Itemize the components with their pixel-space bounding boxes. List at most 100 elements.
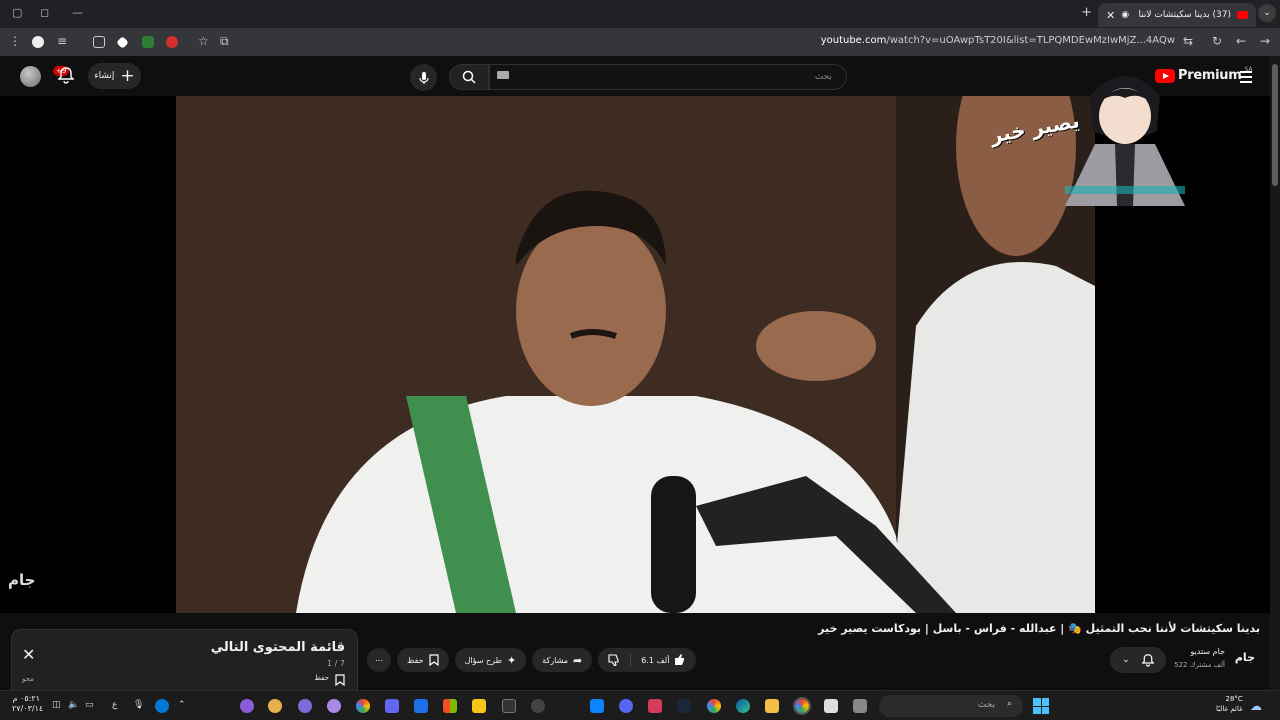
- video-scene: [176, 96, 1095, 613]
- steam-icon[interactable]: [677, 699, 691, 713]
- search-input[interactable]: بحث: [489, 64, 847, 90]
- volume-icon[interactable]: 🔈: [68, 700, 79, 710]
- taskbar-search-input[interactable]: بحث: [879, 695, 1023, 717]
- share-button[interactable]: مشاركة ➦: [532, 648, 593, 672]
- search-button[interactable]: [449, 64, 489, 90]
- channel-avatar[interactable]: جام: [1235, 651, 1255, 664]
- tray-overflow-icon[interactable]: ⌃: [178, 700, 186, 710]
- subscription-bell-button[interactable]: ⌄: [1110, 647, 1166, 673]
- channel-row: ⌄ جام ستديو 522 ألف مشترك جام: [1110, 647, 1270, 673]
- windows-start-icon[interactable]: [1033, 698, 1049, 714]
- video-player[interactable]: يصير خير جام: [0, 76, 1270, 613]
- video-frame[interactable]: [176, 96, 1095, 613]
- queue-count: 1 / 7: [327, 659, 345, 668]
- discord-icon[interactable]: [619, 699, 633, 713]
- clock-date: ٢٧/٠٣/١٤: [12, 704, 44, 713]
- thumbs-up-icon: [675, 654, 685, 665]
- queue-save-button[interactable]: حفظ: [314, 674, 345, 686]
- system-clock[interactable]: ٠٥:٢١ م ٢٧/٠٣/١٤: [12, 694, 44, 714]
- avatar[interactable]: [20, 66, 41, 87]
- weather-temperature: 28°C: [1225, 695, 1243, 703]
- microsoft-store-icon[interactable]: [443, 699, 457, 713]
- browser-tab[interactable]: (37) بدينا سكيتشات لأننا نحب... ◉ ✕: [1098, 3, 1256, 27]
- video-title: بدينا سكيتشات لأننا نحب التمثيل 🎭 | عبدا…: [818, 622, 1260, 635]
- app-icon-7[interactable]: [414, 699, 428, 713]
- chrome-icon[interactable]: [707, 699, 721, 713]
- video-watermark: جام: [8, 571, 36, 589]
- browser-titlebar: ▢ ◻ — + (37) بدينا سكيتشات لأننا نحب... …: [0, 0, 1280, 28]
- save-button[interactable]: حفظ: [397, 648, 449, 672]
- queue-title: قائمة المحتوى التالي: [210, 640, 345, 655]
- app-icon-3[interactable]: [298, 699, 312, 713]
- app-icon-6[interactable]: [385, 699, 399, 713]
- close-queue-icon[interactable]: ✕: [22, 645, 35, 664]
- scrollbar-thumb[interactable]: [1272, 64, 1278, 186]
- restore-icon[interactable]: ◻: [40, 6, 49, 19]
- youtube-favicon-icon: [1237, 11, 1248, 19]
- ask-button[interactable]: طرح سؤال ✦: [454, 648, 527, 672]
- weather-cloud-icon: ☁: [1250, 699, 1262, 713]
- microphone-icon: [418, 71, 429, 84]
- extension-diamond-icon[interactable]: [116, 36, 129, 49]
- app-icon-5[interactable]: [356, 699, 370, 713]
- chat-icon[interactable]: ◫: [52, 700, 61, 710]
- plus-icon: +: [120, 65, 135, 86]
- extensions-puzzle-icon[interactable]: [93, 36, 105, 48]
- dislike-button[interactable]: [598, 654, 632, 666]
- app-icon-4[interactable]: [327, 699, 341, 713]
- notifications-bell-icon[interactable]: [58, 66, 74, 84]
- new-tab-icon[interactable]: +: [1081, 5, 1092, 20]
- input-language[interactable]: ع: [112, 700, 117, 710]
- like-button[interactable]: 6.1 ألف: [631, 654, 696, 666]
- minimize-icon[interactable]: ▢: [12, 6, 22, 19]
- app-icon-10[interactable]: [590, 699, 604, 713]
- app-icon-1[interactable]: [240, 699, 254, 713]
- thumbs-down-icon: [608, 654, 619, 666]
- bookmark-icon: [335, 674, 345, 686]
- vtuber-avatar: [1065, 76, 1185, 206]
- search-icon: [462, 70, 476, 84]
- back-icon[interactable]: ←: [1236, 34, 1246, 48]
- epic-games-icon[interactable]: [502, 699, 516, 713]
- app-icon-9[interactable]: [531, 699, 545, 713]
- close-tab-icon[interactable]: ✕: [1106, 9, 1115, 22]
- share-label: مشاركة: [542, 655, 568, 665]
- chrome-active-icon[interactable]: [793, 697, 811, 715]
- reload-icon[interactable]: ↻: [1212, 34, 1222, 48]
- ask-label: طرح سؤال: [464, 655, 502, 665]
- network-icon[interactable]: ▭: [85, 700, 94, 710]
- menu-kebab-icon[interactable]: ⋮: [9, 34, 21, 48]
- channel-name[interactable]: جام ستديو: [1190, 647, 1225, 656]
- microphone-tray-icon[interactable]: 🎙: [133, 700, 144, 710]
- create-button[interactable]: + إنشاء: [88, 63, 141, 89]
- url-domain: youtube.com: [820, 35, 887, 46]
- page-scrollbar[interactable]: [1270, 56, 1280, 696]
- close-window-icon[interactable]: —: [72, 6, 83, 19]
- tab-title: (37) بدينا سكيتشات لأننا نحب...: [1135, 10, 1231, 20]
- extension-green-icon[interactable]: [142, 36, 154, 48]
- menu-hamburger-icon[interactable]: [1240, 71, 1252, 86]
- voice-search-button[interactable]: [410, 64, 437, 91]
- app-icon-12[interactable]: [824, 699, 838, 713]
- keyboard-icon[interactable]: [497, 71, 509, 79]
- app-icon-2[interactable]: [268, 699, 282, 713]
- more-actions-button[interactable]: ⋯: [367, 648, 391, 672]
- weather-widget[interactable]: 28°C غائم غالبًا: [1216, 694, 1243, 714]
- app-icon-11[interactable]: [648, 699, 662, 713]
- onedrive-icon[interactable]: [155, 699, 169, 713]
- forward-icon[interactable]: →: [1260, 34, 1270, 48]
- app-icon-8[interactable]: [472, 699, 486, 713]
- media-icon[interactable]: ≡: [57, 34, 67, 48]
- file-explorer-icon[interactable]: [765, 699, 779, 713]
- task-view-icon[interactable]: [853, 699, 867, 713]
- chevron-down-icon: ⌄: [1122, 655, 1130, 665]
- taskbar-search-icon: ⌕: [1007, 699, 1013, 709]
- audio-icon[interactable]: ◉: [1121, 10, 1129, 20]
- extension-icon[interactable]: [32, 36, 44, 48]
- tab-search-icon[interactable]: ⌄: [1258, 4, 1276, 22]
- install-app-icon[interactable]: ⧉: [220, 34, 229, 49]
- extension-red-icon[interactable]: [166, 36, 178, 48]
- weather-condition: غائم غالبًا: [1216, 705, 1243, 713]
- bookmark-star-icon[interactable]: ☆: [198, 34, 209, 48]
- edge-icon[interactable]: [736, 699, 750, 713]
